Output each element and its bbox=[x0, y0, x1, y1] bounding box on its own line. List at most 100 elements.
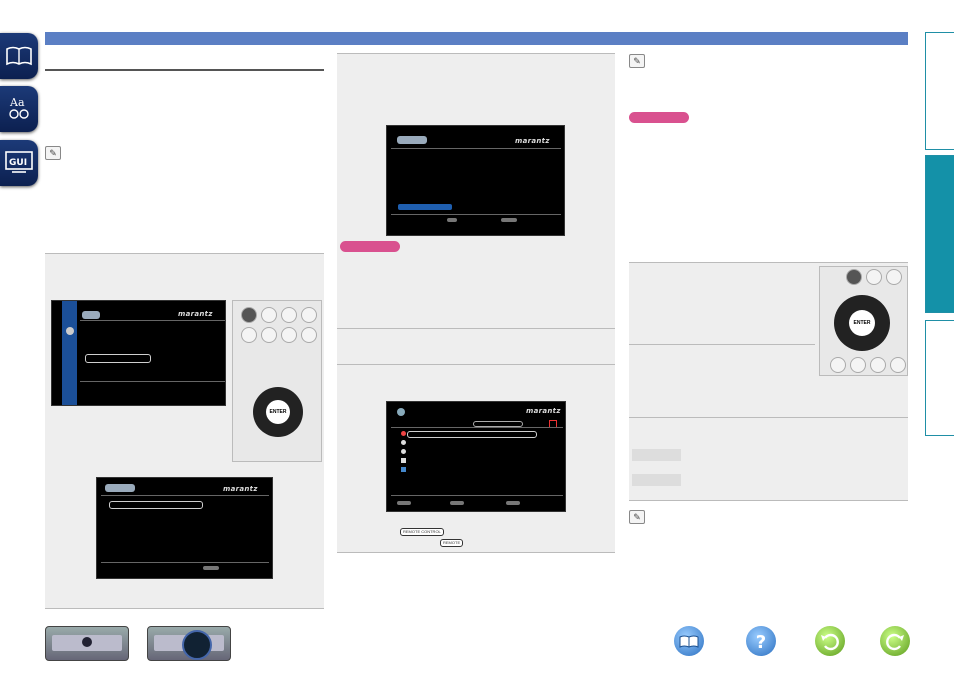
contents-book-icon bbox=[679, 635, 699, 648]
remote-button bbox=[890, 357, 906, 373]
list-icon bbox=[401, 467, 406, 472]
screen-button bbox=[506, 501, 520, 505]
back-icon bbox=[821, 633, 839, 651]
remote-button bbox=[281, 307, 297, 323]
screen-globe-icon bbox=[397, 408, 405, 416]
screen-line bbox=[391, 214, 561, 215]
screen-button bbox=[447, 218, 457, 222]
back-button[interactable] bbox=[815, 626, 845, 656]
list-icon bbox=[401, 431, 406, 436]
note-icon: ✎ bbox=[629, 510, 645, 524]
remote-button bbox=[281, 327, 297, 343]
remote-button bbox=[870, 357, 886, 373]
tv-screen-setup: marantz bbox=[386, 125, 565, 236]
svg-text:?: ? bbox=[756, 632, 766, 653]
screen-line bbox=[391, 427, 563, 428]
svg-text:Aa: Aa bbox=[9, 96, 25, 109]
header-bar bbox=[45, 32, 908, 45]
screen-line bbox=[101, 495, 269, 496]
remote-label: REMOTE bbox=[440, 539, 464, 547]
screen-home-icon bbox=[82, 311, 100, 319]
remote-dpad: ENTER bbox=[253, 387, 303, 437]
screen-selected-row bbox=[109, 501, 203, 509]
side-tab-2[interactable] bbox=[925, 155, 954, 313]
sidebar-globe-icon bbox=[66, 327, 74, 335]
step-divider bbox=[337, 53, 615, 54]
tv-screen-network: marantz bbox=[386, 401, 566, 512]
list-icon bbox=[401, 449, 406, 454]
remote-button bbox=[261, 307, 277, 323]
screen-button bbox=[203, 566, 219, 570]
tv-screen-list: marantz bbox=[96, 477, 273, 579]
book-icon bbox=[6, 46, 32, 66]
remote-button bbox=[241, 307, 257, 323]
brand-logo: marantz bbox=[526, 407, 561, 415]
forward-button[interactable] bbox=[880, 626, 910, 656]
brand-logo: marantz bbox=[178, 310, 213, 318]
section-divider bbox=[337, 552, 615, 553]
list-icon bbox=[401, 440, 406, 445]
remote-image: ENTER bbox=[232, 300, 322, 462]
remote-dpad: ENTER bbox=[834, 295, 890, 351]
help-icon: ? bbox=[756, 632, 766, 653]
step-divider bbox=[629, 344, 815, 345]
side-tab-1[interactable] bbox=[925, 32, 954, 150]
remote-button bbox=[886, 269, 902, 285]
screen-home-icon bbox=[105, 484, 135, 492]
glossary-icon: Aa bbox=[9, 96, 29, 119]
screen-selected-row bbox=[407, 431, 537, 438]
remote-button bbox=[241, 327, 257, 343]
screen-sidebar bbox=[62, 301, 77, 405]
screen-button bbox=[450, 501, 464, 505]
remote-button bbox=[301, 327, 317, 343]
glossary-tab[interactable]: Aa bbox=[0, 86, 38, 132]
remote-image: ENTER bbox=[819, 266, 908, 376]
remote-button bbox=[301, 307, 317, 323]
enter-button: ENTER bbox=[849, 310, 875, 336]
screen-line bbox=[80, 320, 225, 321]
step-divider bbox=[629, 417, 908, 418]
step-divider bbox=[337, 364, 615, 365]
remote-control-label: REMOTE CONTROL bbox=[400, 528, 444, 536]
section-divider bbox=[629, 500, 908, 501]
step-divider bbox=[337, 328, 615, 329]
help-button[interactable]: ? bbox=[746, 626, 776, 656]
remote-button bbox=[866, 269, 882, 285]
side-tab-3[interactable] bbox=[925, 320, 954, 436]
screen-home-icon bbox=[397, 136, 427, 144]
svg-text:GUI: GUI bbox=[9, 158, 27, 168]
contents-tab[interactable] bbox=[0, 33, 38, 79]
caution-badge bbox=[629, 112, 689, 123]
screen-line bbox=[391, 148, 561, 149]
remote-button bbox=[261, 327, 277, 343]
screen-line bbox=[101, 562, 269, 563]
gui-tab[interactable]: GUI bbox=[0, 140, 38, 186]
list-icon bbox=[401, 458, 406, 463]
section-divider bbox=[45, 69, 324, 71]
screen-line bbox=[80, 381, 225, 382]
step-divider bbox=[45, 253, 324, 254]
option-label-box bbox=[632, 474, 681, 486]
brand-logo: marantz bbox=[223, 485, 258, 493]
enter-button: ENTER bbox=[266, 400, 290, 424]
section-divider bbox=[45, 608, 324, 609]
remote-button bbox=[830, 357, 846, 373]
screen-selected-row bbox=[85, 354, 151, 363]
remote-button bbox=[846, 269, 862, 285]
note-icon: ✎ bbox=[45, 146, 61, 160]
forward-icon bbox=[886, 633, 904, 651]
screen-button bbox=[501, 218, 517, 222]
caution-badge bbox=[340, 241, 400, 252]
screen-highlight bbox=[398, 204, 452, 210]
screen-button bbox=[397, 501, 411, 505]
gui-icon: GUI bbox=[5, 151, 33, 173]
note-icon: ✎ bbox=[629, 54, 645, 68]
display-panel-image bbox=[147, 626, 231, 661]
step-divider bbox=[629, 262, 908, 263]
remote-button bbox=[850, 357, 866, 373]
brand-logo: marantz bbox=[515, 137, 550, 145]
option-label-box bbox=[632, 449, 681, 461]
contents-button[interactable] bbox=[674, 626, 704, 656]
front-panel-image bbox=[45, 626, 129, 661]
screen-line bbox=[391, 495, 563, 496]
